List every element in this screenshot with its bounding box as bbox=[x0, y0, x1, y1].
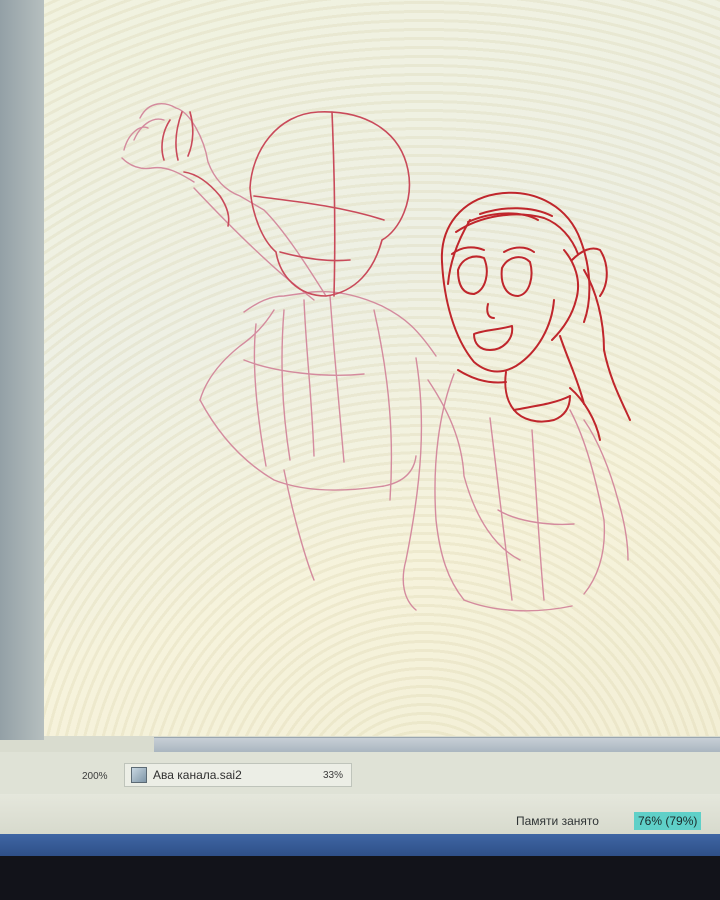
document-filename: Ава канала.sai2 bbox=[153, 768, 242, 782]
status-bar bbox=[0, 794, 720, 834]
app-window: 200% Ава канала.sai2 33% Памяти занято 7… bbox=[0, 0, 720, 862]
drawing-canvas[interactable] bbox=[44, 0, 720, 736]
sketch-drawing bbox=[121, 103, 631, 612]
memory-usage-value: 76% (79%) bbox=[634, 812, 702, 830]
document-tab-bar bbox=[0, 752, 720, 794]
memory-usage-label: Памяти занято bbox=[516, 814, 599, 828]
document-zoom: 33% bbox=[322, 769, 343, 781]
canvas-zoom-level: 200% bbox=[82, 771, 108, 782]
image-file-icon bbox=[131, 767, 147, 783]
os-taskbar bbox=[0, 834, 720, 856]
left-tool-panel bbox=[0, 0, 44, 740]
document-tab[interactable]: Ава канала.sai2 33% bbox=[124, 763, 352, 787]
horizontal-scrollbar[interactable] bbox=[154, 737, 720, 752]
